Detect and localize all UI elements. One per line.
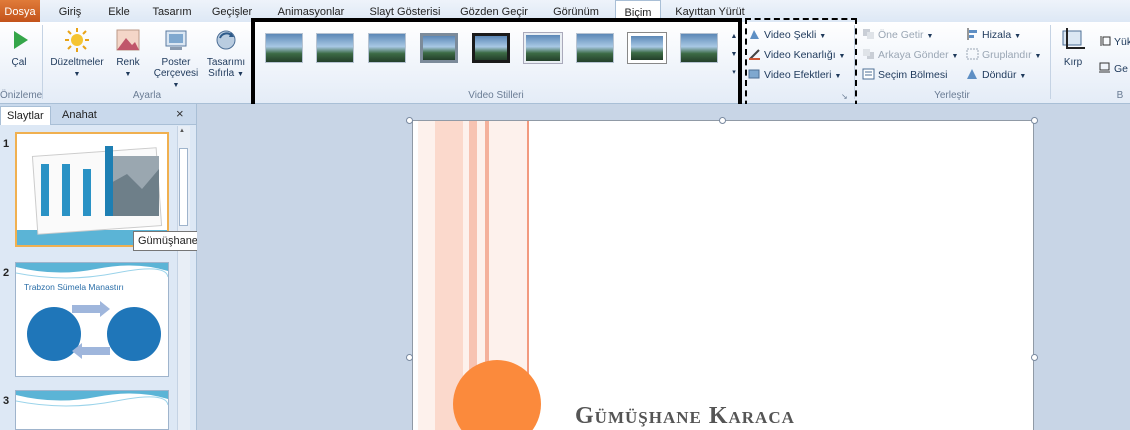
rotate-button[interactable]: Döndür ▼ bbox=[966, 67, 1026, 83]
resize-handle[interactable] bbox=[406, 354, 413, 361]
play-button[interactable]: Çal bbox=[2, 26, 36, 68]
slide-2-title: Trabzon Sümela Manastırı bbox=[24, 282, 124, 292]
send-backward-button[interactable]: Arkaya Gönder ▼ bbox=[862, 47, 958, 63]
chevron-down-icon: ▼ bbox=[1014, 33, 1022, 40]
panel-scrollbar[interactable]: ▲ bbox=[177, 126, 190, 430]
reset-design-label-2: Sıfırla bbox=[208, 68, 235, 79]
group-objects-label: Gruplandır bbox=[982, 49, 1032, 61]
highlight-box-video-format bbox=[745, 18, 857, 117]
slide-number: 1 bbox=[3, 138, 10, 150]
group-label-size: B bbox=[1116, 90, 1124, 101]
slide-3-preview bbox=[16, 391, 168, 407]
group-label-adjust: Ayarla bbox=[132, 90, 162, 101]
align-label: Hizala bbox=[982, 29, 1012, 41]
send-backward-icon bbox=[862, 48, 875, 60]
chevron-down-icon: ▼ bbox=[172, 82, 180, 89]
height-field[interactable]: Yük bbox=[1098, 34, 1130, 50]
chevron-down-icon: ▼ bbox=[236, 71, 244, 78]
selection-pane-button[interactable]: Seçim Bölmesi bbox=[862, 67, 947, 83]
slide-thumbnail-3[interactable] bbox=[15, 390, 169, 430]
send-backward-label: Arkaya Gönder bbox=[878, 49, 949, 61]
resize-handle[interactable] bbox=[406, 117, 413, 124]
reset-design-icon bbox=[212, 26, 240, 54]
group-label-arrange: Yerleştir bbox=[934, 90, 970, 101]
scrollbar-thumb[interactable] bbox=[179, 148, 188, 226]
width-field[interactable]: Ge bbox=[1098, 61, 1128, 77]
width-label: Ge bbox=[1114, 63, 1129, 75]
height-icon bbox=[1098, 35, 1111, 47]
panel-tabs: Slaytlar Anahat × bbox=[0, 104, 196, 125]
poster-frame-label-2: Çerçevesi bbox=[153, 68, 199, 79]
chevron-down-icon: ▼ bbox=[1034, 53, 1042, 60]
tab-outline[interactable]: Anahat bbox=[56, 106, 103, 124]
resize-handle[interactable] bbox=[1031, 117, 1038, 124]
height-label: Yük bbox=[1114, 36, 1130, 48]
align-icon bbox=[966, 28, 979, 40]
bring-forward-button[interactable]: Öne Getir ▼ bbox=[862, 27, 933, 43]
tab-file[interactable]: Dosya bbox=[0, 0, 40, 22]
crop-label: Kırp bbox=[1063, 57, 1083, 68]
crop-button[interactable]: Kırp bbox=[1056, 26, 1090, 68]
group-separator bbox=[42, 25, 43, 99]
slide-number: 3 bbox=[3, 395, 10, 407]
poster-frame-icon bbox=[162, 26, 190, 54]
group-label-preview: Önizleme bbox=[0, 90, 43, 101]
group-separator bbox=[1050, 25, 1051, 99]
slide-number: 2 bbox=[3, 267, 10, 279]
bring-forward-label: Öne Getir bbox=[878, 29, 924, 41]
selection-pane-label: Seçim Bölmesi bbox=[878, 69, 948, 81]
poster-frame-label-1: Poster bbox=[161, 57, 191, 68]
reset-design-label-1: Tasarımı bbox=[206, 57, 246, 68]
slide-title[interactable]: Gümüşhane Karaca bbox=[575, 403, 795, 430]
poster-frame-button[interactable]: Poster Çerçevesi ▼ bbox=[150, 26, 202, 91]
resize-handle[interactable] bbox=[1031, 354, 1038, 361]
group-objects-button[interactable]: Gruplandır ▼ bbox=[966, 47, 1041, 63]
chevron-down-icon: ▼ bbox=[1019, 73, 1027, 80]
rotate-icon bbox=[966, 68, 979, 80]
resize-handle[interactable] bbox=[719, 117, 726, 124]
chevron-down-icon: ▼ bbox=[73, 71, 81, 78]
rotate-label: Döndür bbox=[982, 69, 1017, 81]
tab-design[interactable]: Tasarım bbox=[148, 0, 196, 22]
chevron-down-icon: ▼ bbox=[951, 53, 959, 60]
color-label: Renk bbox=[116, 57, 140, 68]
chevron-down-icon: ▼ bbox=[926, 33, 934, 40]
slides-panel: Slaytlar Anahat × 1 2 Trabzon Sümela Man… bbox=[0, 104, 197, 430]
color-picture-icon bbox=[114, 26, 142, 54]
tab-insert[interactable]: Ekle bbox=[104, 0, 134, 22]
play-icon bbox=[5, 26, 33, 54]
close-icon[interactable]: × bbox=[176, 106, 184, 121]
slide-thumbnail-1[interactable] bbox=[15, 132, 169, 247]
corrections-label: Düzeltmeler bbox=[50, 57, 104, 68]
slide-thumbnail-2[interactable]: Trabzon Sümela Manastırı bbox=[15, 262, 169, 377]
width-icon bbox=[1098, 62, 1111, 74]
corrections-button[interactable]: Düzeltmeler ▼ bbox=[46, 26, 108, 80]
bring-forward-icon bbox=[862, 28, 875, 40]
selection-pane-icon bbox=[862, 68, 875, 80]
group-objects-icon bbox=[966, 48, 979, 60]
slide-1-preview bbox=[17, 146, 167, 245]
play-label: Çal bbox=[11, 57, 27, 68]
chevron-up-icon[interactable]: ▲ bbox=[179, 128, 185, 134]
slide-2-preview bbox=[16, 263, 168, 361]
reset-design-button[interactable]: Tasarımı Sıfırla ▼ bbox=[204, 26, 248, 80]
align-button[interactable]: Hizala ▼ bbox=[966, 27, 1021, 43]
sun-icon bbox=[63, 26, 91, 54]
color-button[interactable]: Renk ▼ bbox=[110, 26, 146, 80]
slide-background-graphic bbox=[418, 121, 541, 430]
crop-icon bbox=[1059, 26, 1087, 54]
tab-slides[interactable]: Slaytlar bbox=[0, 106, 51, 125]
tab-home[interactable]: Giriş bbox=[52, 0, 88, 22]
slide-canvas[interactable]: Gümüşhane Karaca bbox=[412, 120, 1034, 430]
chevron-down-icon: ▼ bbox=[124, 71, 132, 78]
